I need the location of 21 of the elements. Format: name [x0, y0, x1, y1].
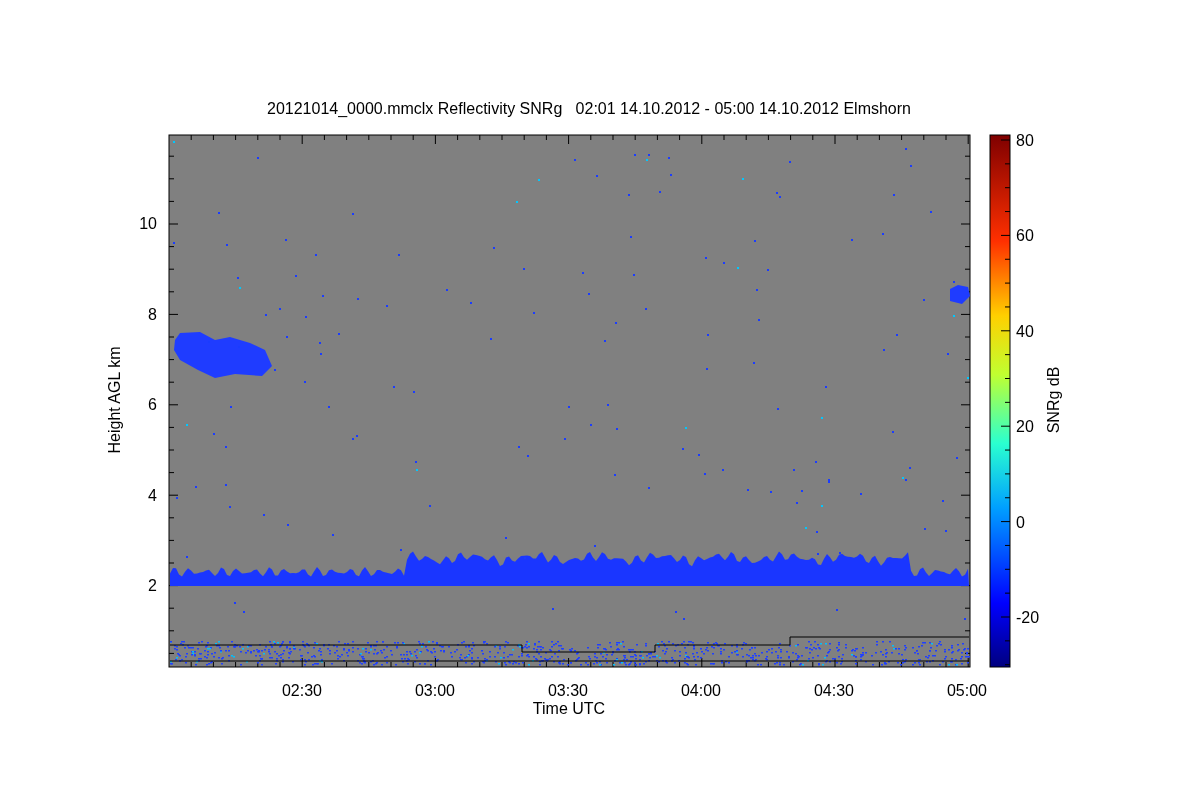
colorbar-tick-label: 40 [1016, 322, 1034, 340]
y-tick-label: 10 [139, 215, 157, 232]
x-axis-label: Time UTC [532, 700, 606, 717]
colorbar-tick-label: 0 [1016, 513, 1025, 531]
x-tick-label: 04:00 [681, 682, 721, 699]
x-tick-label: 04:30 [814, 682, 854, 699]
y-tick-label: 4 [148, 486, 157, 504]
colorbar-label: SNRg dB [1045, 366, 1062, 434]
y-tick-label: 8 [148, 305, 157, 323]
x-tick-label: 03:00 [415, 682, 455, 699]
x-tick-label: 05:00 [947, 682, 987, 699]
x-tick-label: 02:30 [282, 682, 322, 699]
y-axis-label: Height AGL km [106, 346, 123, 454]
colorbar-tick-label: 60 [1016, 227, 1034, 245]
colorbar-tick-label: 80 [1016, 132, 1034, 149]
colorbar-tick-label: -20 [1016, 609, 1040, 626]
colorbar-tick-label: 20 [1016, 418, 1034, 436]
y-tick-label: 2 [148, 577, 157, 594]
y-tick-label: 6 [148, 396, 157, 413]
chart-title: 20121014_0000.mmclx Reflectivity SNRg 02:01 14.10.2012 - 05:00 14.10.2012 Elmshorn [267, 100, 911, 117]
x-tick-label: 03:30 [548, 682, 588, 699]
